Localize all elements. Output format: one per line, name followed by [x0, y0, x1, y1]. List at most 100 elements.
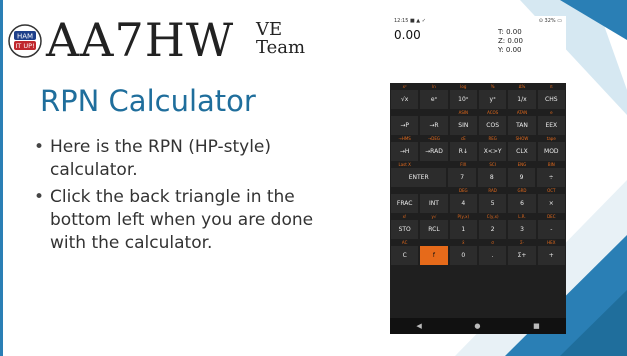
key-5[interactable]: 5 — [478, 194, 507, 213]
shift-label — [419, 109, 448, 116]
key-1[interactable]: 1 — [449, 220, 477, 239]
bullet-item: Here is the RPN (HP-style) calculator. — [34, 136, 334, 182]
shift-label: % — [490, 84, 495, 89]
key-to-polar[interactable]: →P — [391, 116, 419, 135]
bullet-list: Here is the RPN (HP-style) calculator. C… — [34, 136, 334, 259]
shift-label: x̄ — [462, 240, 465, 245]
x-register: 0.00 — [394, 28, 421, 42]
status-bar-left: 12:15 ■ ▲ ✓ — [394, 18, 426, 24]
key-frac[interactable]: FRAC — [391, 194, 419, 213]
key-clx[interactable]: CLX — [508, 142, 536, 161]
shift-label: RAD — [488, 188, 497, 193]
key-roll-down[interactable]: R↓ — [449, 142, 477, 161]
brand-sup: VE — [256, 19, 283, 40]
stack-registers: T: 0.00 Z: 0.00 Y: 0.00 — [498, 28, 523, 55]
shift-label: x² — [402, 84, 407, 89]
ham-it-up-logo-icon: HAM IT UP! — [8, 24, 42, 58]
keypad-row: x! y√ P(y,x) C(y,x) L.R. DEC STO RCL 1 2… — [390, 213, 566, 239]
shift-label: AC — [401, 240, 408, 245]
y-register: Y: 0.00 — [498, 46, 522, 54]
android-nav-bar: ◀ ● ■ — [390, 318, 566, 334]
logo-text-top: HAM — [17, 33, 33, 41]
key-chs[interactable]: CHS — [537, 90, 565, 109]
key-10x[interactable]: 10ˣ — [449, 90, 477, 109]
shift-label: DEG — [458, 188, 468, 193]
key-mod[interactable]: MOD — [537, 142, 565, 161]
key-reciprocal[interactable]: 1/x — [508, 90, 536, 109]
shift-label: cE — [460, 136, 466, 141]
status-bar-right: ⊙ 32% ▭ — [538, 18, 562, 24]
keypad-row: →HMS →DEG cE REG SHOW tape →H →RAD R↓ X<… — [390, 135, 566, 161]
shift-label: y√ — [431, 214, 437, 219]
key-divide[interactable]: ÷ — [537, 168, 566, 187]
bullet-item: Click the back triangle in the bottom le… — [34, 186, 334, 255]
key-8[interactable]: 8 — [478, 168, 506, 187]
shift-label: HEX — [547, 240, 556, 245]
shift-label: C(y,x) — [486, 214, 499, 219]
shift-label: SHOW — [515, 136, 529, 141]
shift-label: ASIN — [458, 110, 469, 115]
key-plus[interactable]: + — [537, 246, 565, 265]
recents-square-icon[interactable]: ■ — [533, 322, 540, 330]
keypad-row: AC x̄ σ Σ- HEX C f 0 . Σ+ + — [390, 239, 566, 265]
back-triangle-icon[interactable]: ◀ — [416, 322, 421, 330]
key-cos[interactable]: COS — [478, 116, 507, 135]
key-f-shift[interactable]: f — [420, 246, 448, 265]
shift-label — [419, 239, 448, 246]
key-sin[interactable]: SIN — [449, 116, 477, 135]
key-0[interactable]: 0 — [449, 246, 477, 265]
key-to-rad[interactable]: →RAD — [420, 142, 448, 161]
shift-label: P(y,x) — [457, 214, 470, 219]
key-4[interactable]: 4 — [449, 194, 477, 213]
keypad-row: ASIN ACOS ATAN e →P →R SIN COS TAN EEX — [390, 109, 566, 135]
shift-label — [390, 187, 419, 194]
phone-screenshot: 12:15 ■ ▲ ✓ ⊙ 32% ▭ 0.00 T: 0.00 Z: 0.00… — [390, 16, 566, 334]
key-6[interactable]: 6 — [508, 194, 536, 213]
key-decimal[interactable]: . — [478, 246, 507, 265]
key-rcl[interactable]: RCL — [420, 220, 448, 239]
keypad-row: Last X FIX SCI ENG BIN ENTER 7 8 9 ÷ — [390, 161, 566, 187]
t-register: T: 0.00 — [498, 28, 522, 36]
shift-label: DEC — [547, 214, 556, 219]
shift-label: Σ- — [519, 240, 524, 245]
key-sto[interactable]: STO — [391, 220, 419, 239]
shift-label: tape — [546, 136, 556, 141]
slide-title: RPN Calculator — [40, 84, 256, 118]
key-to-hours[interactable]: →H — [391, 142, 419, 161]
shift-label: L.R. — [518, 214, 526, 219]
key-to-rect[interactable]: →R — [420, 116, 448, 135]
key-minus[interactable]: - — [537, 220, 565, 239]
keypad-row: DEG RAD GRD OCT FRAC INT 4 5 6 × — [390, 187, 566, 213]
shift-label: π — [550, 84, 553, 89]
key-3[interactable]: 3 — [508, 220, 536, 239]
z-register: Z: 0.00 — [498, 37, 523, 45]
keypad: x² ln log % Δ% π √x eˣ 10ˣ yˣ 1/x CHS AS… — [390, 83, 566, 265]
shift-label: OCT — [547, 188, 556, 193]
key-exp[interactable]: eˣ — [420, 90, 448, 109]
key-2[interactable]: 2 — [478, 220, 507, 239]
key-7[interactable]: 7 — [448, 168, 476, 187]
key-yx[interactable]: yˣ — [478, 90, 507, 109]
key-enter[interactable]: ENTER — [391, 168, 447, 187]
shift-label — [390, 109, 419, 116]
key-swap-xy[interactable]: X<>Y — [478, 142, 507, 161]
shift-label — [419, 187, 448, 194]
home-circle-icon[interactable]: ● — [474, 322, 480, 330]
key-9[interactable]: 9 — [507, 168, 536, 187]
key-eex[interactable]: EEX — [537, 116, 565, 135]
keypad-row: x² ln log % Δ% π √x eˣ 10ˣ yˣ 1/x CHS — [390, 83, 566, 109]
shift-label: ACOS — [487, 110, 499, 115]
shift-label: SCI — [489, 162, 496, 167]
shift-label: log — [460, 84, 467, 89]
shift-label: ATAN — [516, 110, 528, 115]
key-int[interactable]: INT — [420, 194, 448, 213]
key-c[interactable]: C — [391, 246, 419, 265]
key-tan[interactable]: TAN — [508, 116, 536, 135]
shift-label: ln — [432, 84, 436, 89]
key-sigma-plus[interactable]: Σ+ — [508, 246, 536, 265]
key-multiply[interactable]: × — [537, 194, 565, 213]
shift-label: x! — [402, 214, 407, 219]
key-sqrt[interactable]: √x — [391, 90, 419, 109]
shift-label: →HMS — [398, 136, 411, 141]
shift-label: REG — [488, 136, 497, 141]
